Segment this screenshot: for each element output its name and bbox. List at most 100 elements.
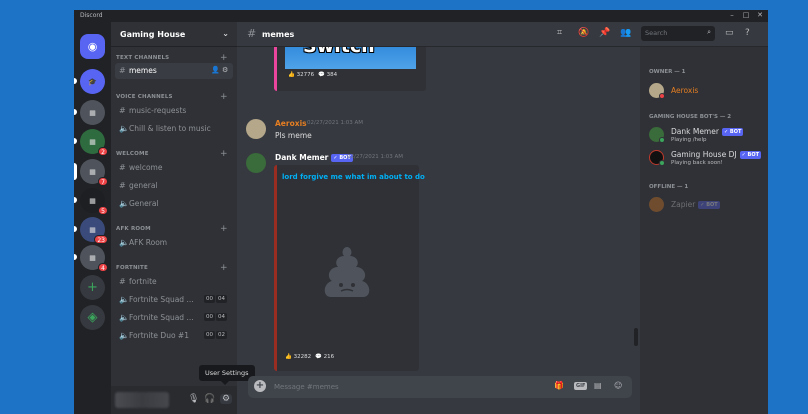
- channel-fortnite-duo[interactable]: 🔈Fortnite Duo #1 00 02: [115, 328, 233, 344]
- member-item[interactable]: Aeroxis: [649, 81, 765, 103]
- add-server-button[interactable]: +: [80, 275, 105, 300]
- placeholder-image-icon: [324, 247, 370, 297]
- member-status: Playing /help: [671, 137, 707, 143]
- add-channel-icon[interactable]: +: [220, 149, 228, 159]
- server-header[interactable]: Gaming House ⌄: [111, 22, 237, 47]
- server-7[interactable]: ▦ 4: [74, 245, 108, 272]
- chat-scrollbar[interactable]: [634, 328, 638, 346]
- search-input[interactable]: Search ⌕: [641, 26, 715, 41]
- server-6[interactable]: ▦ 23: [74, 217, 108, 244]
- add-channel-icon[interactable]: +: [220, 53, 228, 63]
- category-welcome[interactable]: WELCOME +: [116, 149, 228, 159]
- server-3[interactable]: ▦ 2: [74, 129, 108, 156]
- reaction-likes[interactable]: 👍 32282: [282, 353, 315, 361]
- avatar: [649, 197, 664, 212]
- discord-logo-icon: ◉: [87, 40, 98, 53]
- server-gaming-house[interactable]: ▦ 7: [74, 159, 108, 186]
- message-author[interactable]: Aeroxis: [275, 119, 307, 128]
- user-limit: 04: [216, 295, 227, 303]
- avatar[interactable]: [246, 153, 266, 173]
- mention-badge: 4: [98, 263, 108, 272]
- search-icon: ⌕: [707, 28, 711, 36]
- emoji-icon[interactable]: ☺: [614, 381, 622, 390]
- speaker-icon: 🔈: [119, 124, 129, 133]
- member-item[interactable]: Dank Memer ✓ BOT Playing /help: [649, 125, 765, 147]
- sticker-icon[interactable]: ▤: [594, 381, 602, 390]
- message-embed: lord forgive me what im about to do 👍 32…: [274, 165, 425, 371]
- channel-welcome[interactable]: # welcome: [115, 160, 233, 176]
- mention-badge: 2: [98, 147, 108, 156]
- channel-fortnite-squad-1[interactable]: 🔈Fortnite Squad ... 00 04: [115, 292, 233, 308]
- explore-servers-button[interactable]: ◈: [80, 305, 105, 330]
- category-voice-channels[interactable]: VOICE CHANNELS +: [116, 92, 228, 102]
- maximize-icon[interactable]: □: [740, 11, 752, 21]
- minimize-icon[interactable]: –: [726, 11, 738, 21]
- blurred-user-info[interactable]: [115, 392, 169, 408]
- mention-badge: 23: [94, 235, 108, 244]
- member-category-owner: OWNER — 1: [649, 69, 686, 75]
- server-5[interactable]: ▦ 5: [74, 188, 108, 215]
- category-text-channels[interactable]: TEXT CHANNELS +: [116, 53, 228, 63]
- home-button[interactable]: ◉: [80, 34, 105, 59]
- hash-icon: #: [247, 27, 257, 40]
- add-channel-icon[interactable]: +: [220, 92, 228, 102]
- threads-icon[interactable]: ⌗: [557, 28, 562, 38]
- message-input[interactable]: [274, 379, 524, 395]
- notification-bell-icon[interactable]: 🔕: [578, 28, 589, 38]
- hash-icon: #: [119, 277, 126, 286]
- member-item[interactable]: Zapier ✓ BOT: [649, 195, 765, 217]
- microphone-icon[interactable]: 🎙: [188, 394, 199, 404]
- message-author[interactable]: Dank Memer ✓ BOT: [275, 153, 353, 162]
- channel-music-requests[interactable]: # music-requests: [115, 103, 233, 119]
- member-name: Gaming House DJ ✓ BOT: [671, 150, 761, 159]
- hash-icon: #: [119, 163, 126, 172]
- channel-fortnite[interactable]: # fortnite: [115, 274, 233, 290]
- meme-image[interactable]: Switch: [285, 47, 416, 69]
- pin-icon[interactable]: 📌: [599, 28, 610, 38]
- user-count: 00: [204, 295, 215, 303]
- add-channel-icon[interactable]: +: [220, 224, 228, 234]
- gif-button[interactable]: GIF: [574, 382, 588, 390]
- channel-general-voice[interactable]: 🔈General: [115, 196, 233, 212]
- channel-general-text[interactable]: # general: [115, 178, 233, 194]
- server-graduation-cap[interactable]: 🎓: [74, 69, 105, 94]
- speaker-icon: 🔈: [119, 238, 129, 247]
- gift-icon[interactable]: 🎁: [554, 381, 564, 390]
- member-item[interactable]: Gaming House DJ ✓ BOT Playing back soon!: [649, 148, 765, 170]
- server-2[interactable]: ▦: [74, 100, 105, 125]
- message-list: Switch 👍 32776 💬 384 Aeroxis 02/27/2021 …: [237, 47, 637, 377]
- help-icon[interactable]: ?: [745, 28, 750, 38]
- channel-afk-room[interactable]: 🔈AFK Room: [115, 235, 233, 251]
- hash-icon: #: [119, 106, 126, 115]
- close-icon[interactable]: ✕: [754, 11, 766, 21]
- add-channel-icon[interactable]: +: [220, 263, 228, 273]
- gear-icon[interactable]: ⚙: [220, 394, 233, 404]
- message-timestamp: 02/27/2021 1:03 AM: [347, 154, 404, 160]
- gear-icon[interactable]: ⚙: [222, 66, 228, 74]
- reaction-comments[interactable]: 💬 216: [312, 353, 338, 361]
- user-count: 00: [204, 313, 215, 321]
- invite-icon[interactable]: 👤: [211, 66, 220, 74]
- channel-fortnite-squad-2[interactable]: 🔈Fortnite Squad ... 00 04: [115, 310, 233, 326]
- member-list-icon[interactable]: 👥: [620, 28, 631, 38]
- message-text: Pls meme: [275, 131, 312, 140]
- user-count: 00: [204, 331, 215, 339]
- server-rail: ◉ 🎓 ▦ ▦ 2 ▦ 7 ▦ 5 ▦ 23 ▦ 4 + ◈: [74, 22, 111, 414]
- speaker-icon: 🔈: [119, 331, 129, 340]
- embed-title[interactable]: lord forgive me what im about to do: [282, 173, 425, 181]
- channel-chill[interactable]: 🔈Chill & listen to music: [115, 121, 233, 137]
- reaction-likes[interactable]: 👍 32776: [285, 71, 318, 79]
- hash-icon: #: [119, 181, 126, 190]
- inbox-icon[interactable]: ▭: [725, 28, 734, 38]
- reaction-comments[interactable]: 💬 384: [315, 71, 341, 79]
- upload-plus-icon[interactable]: +: [254, 380, 266, 392]
- user-panel: 🎙 🎧 ⚙: [111, 386, 237, 414]
- category-afk[interactable]: AFK ROOM +: [116, 224, 228, 234]
- speaker-icon: 🔈: [119, 295, 129, 304]
- headphones-icon[interactable]: 🎧: [204, 394, 215, 404]
- category-fortnite[interactable]: FORTNITE +: [116, 263, 228, 273]
- bot-badge: ✓ BOT: [739, 151, 761, 159]
- channel-memes[interactable]: # memes 👤 ⚙: [115, 63, 233, 79]
- avatar[interactable]: [246, 119, 266, 139]
- server-name: Gaming House: [120, 30, 186, 39]
